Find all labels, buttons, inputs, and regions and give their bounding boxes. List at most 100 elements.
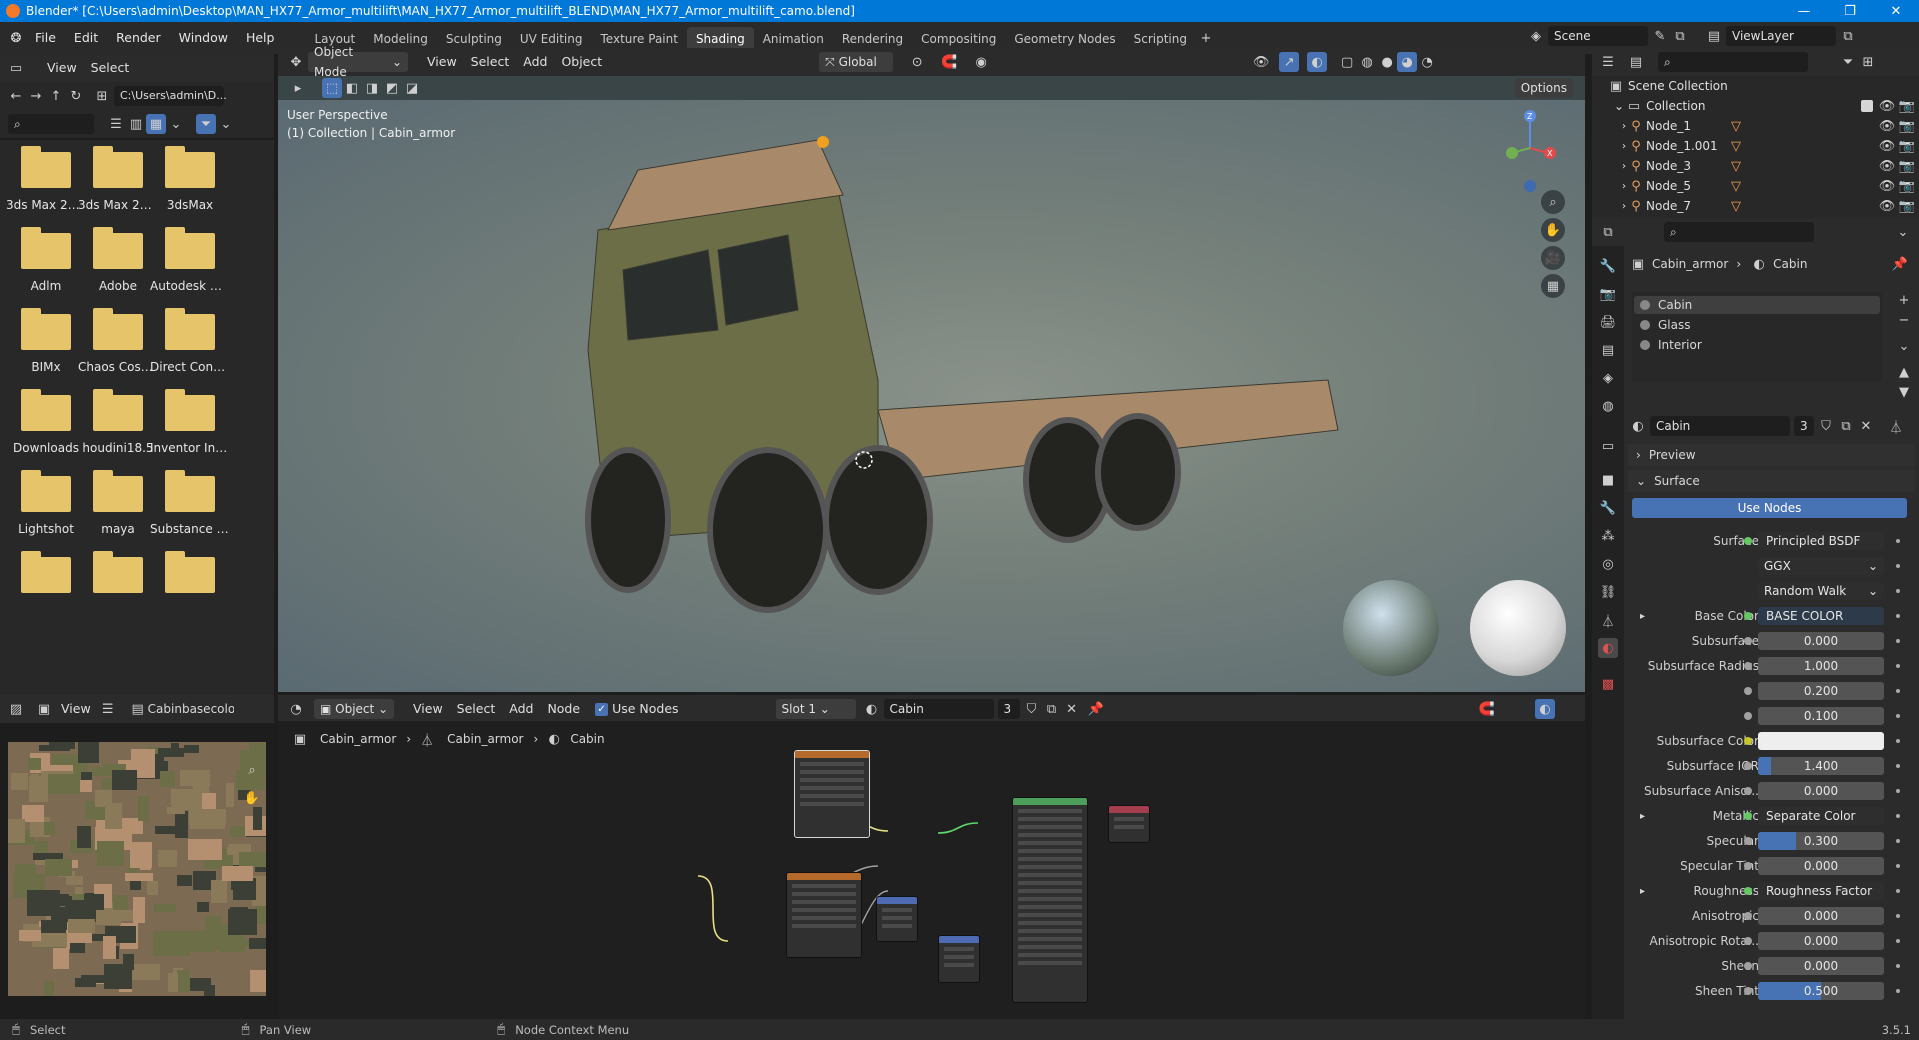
expand-icon[interactable]: ▸: [1640, 886, 1645, 897]
camera-icon[interactable]: 📷: [1897, 176, 1917, 196]
select-invert-icon[interactable]: ◩: [382, 78, 402, 98]
zoom-icon[interactable]: ⌕: [1541, 190, 1565, 214]
gizmo-icon[interactable]: ↗: [1279, 52, 1300, 72]
image-texture-node[interactable]: [794, 750, 870, 838]
new-collection-icon[interactable]: ⊞: [1858, 52, 1878, 72]
socket-icon[interactable]: [1744, 962, 1752, 970]
physics-tab-icon[interactable]: ◎: [1598, 554, 1618, 574]
viewport-menu-add[interactable]: Add: [516, 48, 554, 76]
outliner-search-input[interactable]: ⌕: [1658, 52, 1808, 72]
chevron-down-icon[interactable]: ⌄: [1894, 336, 1914, 356]
options-button[interactable]: Options: [1514, 78, 1573, 98]
socket-icon[interactable]: [1744, 762, 1752, 770]
keyframe-dot-icon[interactable]: [1896, 539, 1900, 543]
editor-type-icon[interactable]: ✥: [286, 52, 306, 72]
camera-icon[interactable]: 📷: [1897, 136, 1917, 156]
select-intersect-icon[interactable]: ◪: [402, 78, 422, 98]
list-view-icon[interactable]: ☰: [106, 114, 126, 134]
outliner-item[interactable]: › ⚲ Node_5 ▽ 👁 📷: [1592, 176, 1919, 196]
menu-help[interactable]: Help: [237, 22, 284, 54]
folder-item[interactable]: [78, 545, 158, 635]
fake-user-icon[interactable]: ⛉: [1022, 699, 1042, 719]
folder-item[interactable]: Chaos Cosmos: [78, 302, 158, 392]
number-slider[interactable]: 0.000: [1758, 907, 1884, 925]
checkbox-icon[interactable]: [1861, 100, 1873, 112]
keyframe-dot-icon[interactable]: [1896, 639, 1900, 643]
folder-item[interactable]: Inventor Inte...: [150, 383, 230, 473]
keyframe-dot-icon[interactable]: [1896, 614, 1900, 618]
new-scene-icon[interactable]: ⧉: [1670, 26, 1690, 46]
navigation-gizmo[interactable]: Z X: [1500, 108, 1570, 198]
menu-window[interactable]: Window: [170, 22, 237, 54]
keyframe-dot-icon[interactable]: [1896, 889, 1900, 893]
folder-item[interactable]: 3ds Max 2021: [6, 140, 86, 230]
select-subtract-icon[interactable]: ◨: [362, 78, 382, 98]
eye-icon[interactable]: 👁: [1877, 156, 1897, 176]
camera-icon[interactable]: 📷: [1897, 96, 1917, 116]
eye-icon[interactable]: 👁: [1877, 136, 1897, 156]
tool-tab-icon[interactable]: 🔧: [1598, 256, 1618, 276]
material-name-field[interactable]: Cabin: [1650, 416, 1790, 436]
socket-icon[interactable]: [1744, 662, 1752, 670]
keyframe-dot-icon[interactable]: [1896, 939, 1900, 943]
editor-type-icon[interactable]: ☰: [1598, 52, 1618, 72]
socket-icon[interactable]: [1744, 937, 1752, 945]
view-layer-icon[interactable]: ▤: [1704, 26, 1724, 46]
link-field[interactable]: Roughness Factor: [1758, 882, 1884, 900]
new-folder-icon[interactable]: ⊞: [92, 86, 112, 106]
socket-icon[interactable]: [1744, 537, 1752, 545]
number-slider[interactable]: 1.400: [1758, 757, 1884, 775]
socket-icon[interactable]: [1744, 837, 1752, 845]
camera-view-icon[interactable]: 🎥: [1541, 246, 1565, 270]
eye-icon[interactable]: 👁: [1877, 176, 1897, 196]
wireframe-shading-icon[interactable]: ◍: [1357, 52, 1377, 72]
scene-tab-icon[interactable]: ◈: [1598, 368, 1618, 388]
keyframe-dot-icon[interactable]: [1896, 764, 1900, 768]
socket-icon[interactable]: [1744, 712, 1752, 720]
modifier-tab-icon[interactable]: 🔧: [1598, 498, 1618, 518]
material-field[interactable]: Cabin: [883, 699, 994, 719]
folder-item[interactable]: Direct Connect: [150, 302, 230, 392]
maximize-icon[interactable]: ❐: [1827, 0, 1873, 22]
output-tab-icon[interactable]: 🖨: [1598, 312, 1618, 332]
viewport-menu-view[interactable]: View: [420, 48, 464, 76]
dropdown-field[interactable]: GGX ⌄: [1758, 557, 1884, 575]
folder-item[interactable]: Downloads: [6, 383, 86, 473]
overlay-icon[interactable]: ◐: [1307, 52, 1328, 72]
folder-item[interactable]: BIMx: [6, 302, 86, 392]
number-slider[interactable]: 0.300: [1758, 832, 1884, 850]
material-user-count[interactable]: 3: [1794, 416, 1814, 436]
number-slider[interactable]: 0.000: [1758, 857, 1884, 875]
move-down-icon[interactable]: ▼: [1894, 382, 1914, 402]
props-breadcrumb-material[interactable]: Cabin: [1773, 257, 1807, 271]
camera-icon[interactable]: 📷: [1897, 156, 1917, 176]
view-layer-field[interactable]: ViewLayer: [1726, 26, 1836, 46]
keyframe-dot-icon[interactable]: [1896, 914, 1900, 918]
refresh-icon[interactable]: ↻: [66, 86, 86, 106]
number-slider[interactable]: 0.500: [1758, 982, 1884, 1000]
outliner-item[interactable]: › ⚲ Node_1.001 ▽ 👁 📷: [1592, 136, 1919, 156]
add-workspace-icon[interactable]: +: [1196, 28, 1216, 48]
add-slot-icon[interactable]: +: [1894, 290, 1914, 310]
collection-row[interactable]: ⌄ ▭ Collection 👁 📷: [1592, 96, 1919, 116]
folder-item[interactable]: Lightshot: [6, 464, 86, 554]
number-slider[interactable]: 0.100: [1758, 707, 1884, 725]
xray-icon[interactable]: ▢: [1337, 52, 1357, 72]
mode-dropdown[interactable]: Object Mode ⌄: [308, 45, 408, 79]
view-mode-icon[interactable]: ▣: [34, 699, 54, 719]
link-field[interactable]: Separate Color: [1758, 807, 1884, 825]
socket-icon[interactable]: [1744, 912, 1752, 920]
material-users[interactable]: 3: [997, 699, 1020, 719]
chevron-down-icon[interactable]: ⌄: [216, 114, 236, 134]
file-search-input[interactable]: ⌕: [8, 114, 94, 134]
collection-tab-icon[interactable]: ▭: [1598, 436, 1618, 456]
editor-type-icon[interactable]: ◔: [286, 699, 306, 719]
separate-color-node[interactable]: [876, 896, 918, 942]
camera-icon[interactable]: 📷: [1897, 116, 1917, 136]
material-shading-icon[interactable]: ◕: [1397, 52, 1418, 72]
scene-icon[interactable]: ◈: [1526, 26, 1546, 46]
use-nodes-checkbox[interactable]: ✓: [595, 702, 609, 716]
duplicate-material-icon[interactable]: ⧉: [1042, 699, 1062, 719]
keyframe-dot-icon[interactable]: [1896, 689, 1900, 693]
scene-pin-icon[interactable]: ✎: [1650, 26, 1670, 46]
